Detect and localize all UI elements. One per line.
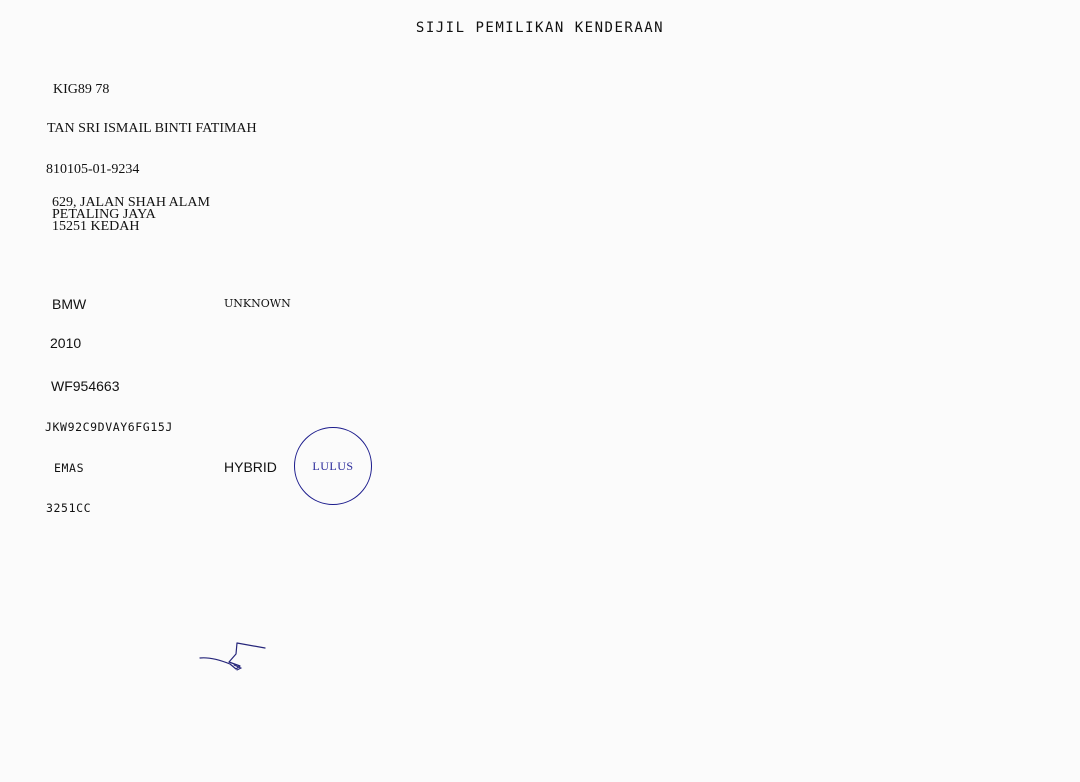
registration-number: KIG89 78 — [53, 82, 110, 97]
signature — [199, 642, 266, 671]
owner-address: 629, JALAN SHAH ALAM PETALING JAYA 15251… — [52, 196, 210, 234]
engine-capacity: 3251CC — [46, 501, 92, 515]
vehicle-model: UNKNOWN — [224, 297, 291, 310]
owner-name: TAN SRI ISMAIL BINTI FATIMAH — [47, 121, 257, 136]
address-line-3: 15251 KEDAH — [52, 219, 140, 234]
vehicle-year: 2010 — [50, 335, 82, 351]
document-title: SIJIL PEMILIKAN KENDERAAN — [415, 20, 665, 36]
vehicle-make: BMW — [52, 296, 87, 312]
fuel-type: HYBRID — [224, 459, 277, 475]
chassis-number: JKW92C9DVAY6FG15J — [45, 420, 173, 434]
owner-ic-number: 810105-01-9234 — [46, 162, 140, 177]
engine-number: WF954663 — [51, 378, 120, 394]
vehicle-color: EMAS — [54, 461, 85, 475]
stamp-text: LULUS — [312, 458, 354, 473]
approval-stamp: LULUS — [294, 427, 372, 505]
